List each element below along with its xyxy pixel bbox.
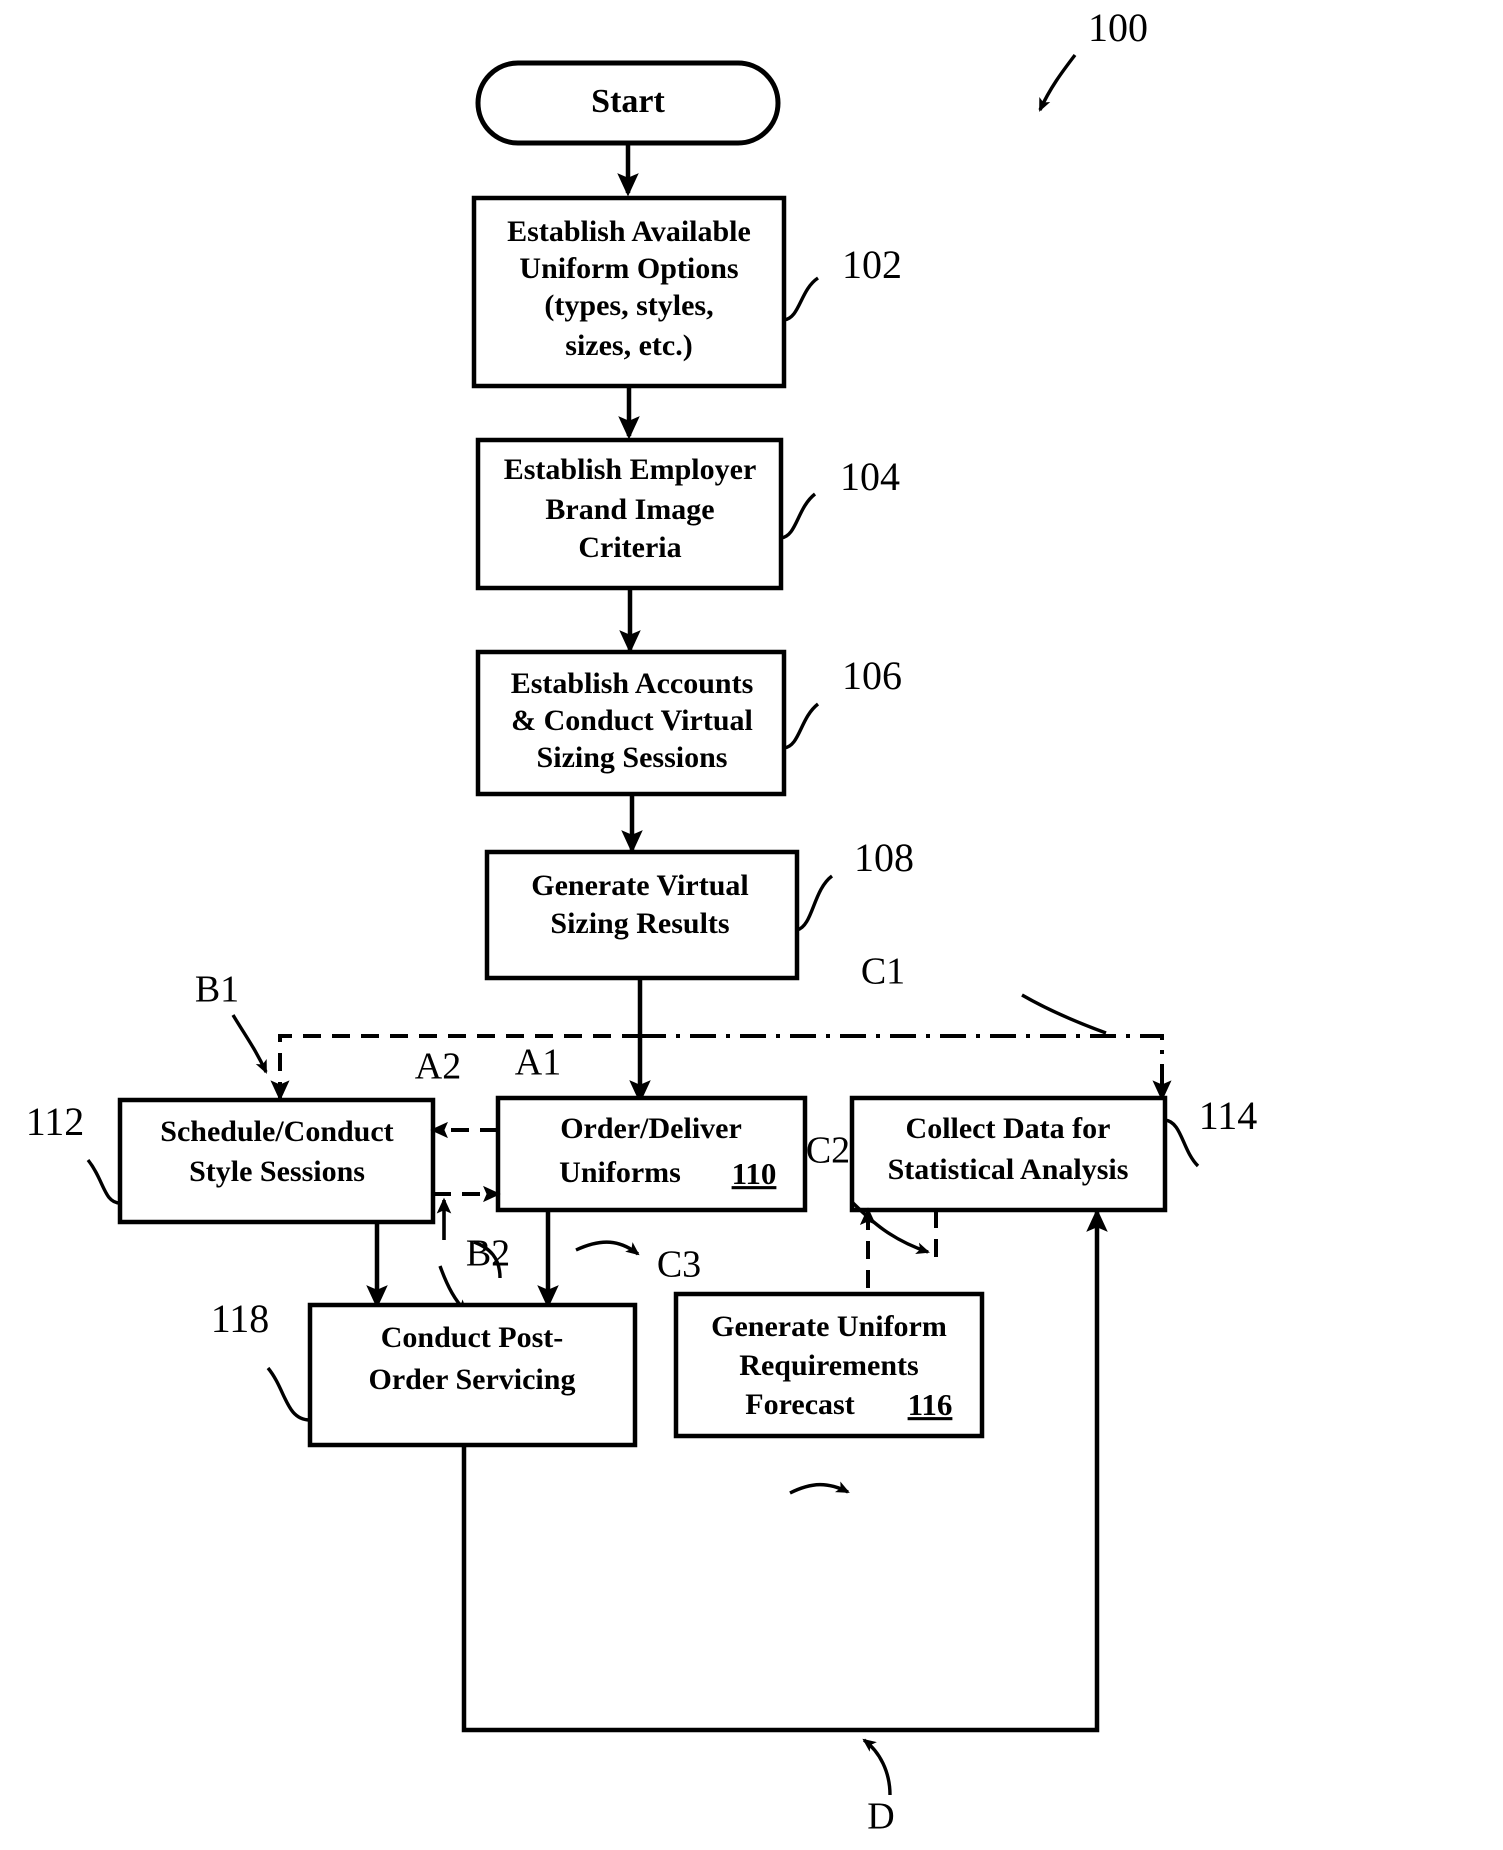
node-104-line-3: Criteria (578, 531, 681, 564)
flowchart-svg: 100 Start Establish Available Uniform Op… (26, 5, 1258, 1838)
connector-label-a1: A1 (515, 1042, 561, 1084)
node-108-line-2: Sizing Results (550, 907, 729, 940)
node-106-line-3: Sizing Sessions (537, 741, 728, 774)
node-102-line-4: sizes, etc.) (565, 329, 692, 362)
node-110-line-2: Uniforms (559, 1156, 681, 1189)
leader-d (862, 1738, 892, 1796)
node-102-ref: 102 (842, 242, 902, 287)
node-116-line-3: Forecast (745, 1388, 854, 1421)
node-106-ref: 106 (842, 653, 902, 698)
node-102-line-1: Establish Available (507, 215, 751, 248)
node-114-line-1: Collect Data for (906, 1112, 1111, 1145)
connector-label-c2: C2 (806, 1130, 850, 1172)
node-114-line-2: Statistical Analysis (888, 1153, 1129, 1186)
connector-label-c1: C1 (861, 951, 905, 993)
node-112-line-1: Schedule/Conduct (160, 1115, 393, 1148)
leader-118 (266, 1366, 311, 1422)
leader-c1 (1021, 993, 1107, 1035)
leader-108 (796, 874, 834, 932)
leader-c3 (789, 1481, 850, 1495)
node-112-line-2: Style Sessions (189, 1155, 365, 1188)
leader-a1 (575, 1240, 640, 1256)
leader-114 (1164, 1118, 1200, 1168)
leader-b1 (231, 1014, 268, 1074)
node-start-label: Start (591, 83, 665, 120)
node-102-line-3: (types, styles, (544, 289, 713, 322)
connector-label-a2: A2 (415, 1046, 461, 1088)
node-106-line-1: Establish Accounts (511, 667, 754, 700)
connector-label-b1: B1 (195, 969, 239, 1011)
leader-112 (86, 1158, 121, 1205)
node-116-line-1: Generate Uniform (711, 1310, 947, 1343)
node-116-line-2: Requirements (739, 1349, 918, 1382)
connector-label-c3: C3 (657, 1244, 701, 1286)
connector-label-d: D (867, 1796, 894, 1838)
node-108-line-1: Generate Virtual (531, 869, 748, 902)
node-116-inline-ref: 116 (908, 1387, 953, 1422)
node-104-line-2: Brand Image (545, 493, 714, 526)
node-118-line-2: Order Servicing (369, 1363, 576, 1396)
leader-106 (783, 702, 820, 750)
figure-ref-label: 100 (1088, 5, 1148, 50)
node-118-ref: 118 (211, 1296, 270, 1341)
leader-102 (783, 276, 820, 322)
connector-c1-path (640, 1034, 1172, 1102)
figure-ref-leader (1038, 53, 1077, 112)
node-110-line-1: Order/Deliver (560, 1112, 742, 1145)
node-110-inline-ref: 110 (732, 1156, 777, 1191)
node-114-ref: 114 (1199, 1093, 1258, 1138)
node-112-ref: 112 (26, 1099, 85, 1144)
connector-d-path (461, 1208, 1108, 1733)
node-104-ref: 104 (840, 454, 900, 499)
connector-label-b2: B2 (466, 1233, 510, 1275)
node-106-line-2: & Conduct Virtual (511, 704, 753, 737)
leader-104 (780, 492, 817, 540)
node-108-ref: 108 (854, 835, 914, 880)
node-118-line-1: Conduct Post- (381, 1321, 564, 1354)
node-104-line-1: Establish Employer (504, 453, 757, 486)
figure-canvas: 100 Start Establish Available Uniform Op… (0, 0, 1503, 1850)
node-102-line-2: Uniform Options (519, 252, 738, 285)
